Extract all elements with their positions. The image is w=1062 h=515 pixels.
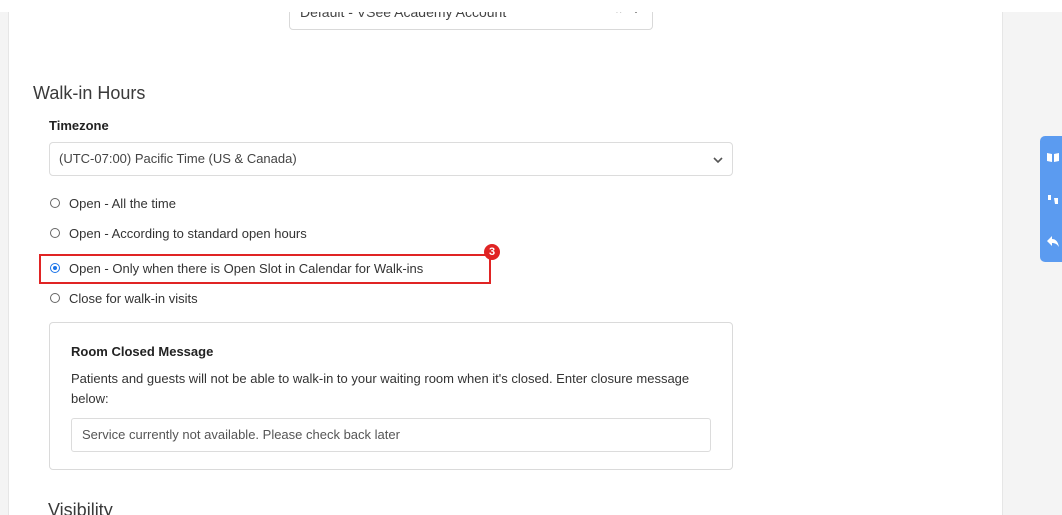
- visibility-title: Visibility: [48, 500, 113, 515]
- reply-icon[interactable]: [1046, 234, 1060, 248]
- account-select[interactable]: Default - VSee Academy Account ×: [289, 12, 653, 30]
- walkin-option-closed[interactable]: Close for walk-in visits: [50, 288, 198, 308]
- walkin-option-standard-hours[interactable]: Open - According to standard open hours: [50, 223, 307, 243]
- step-badge: 3: [484, 244, 500, 260]
- walkin-option-all-time[interactable]: Open - All the time: [50, 193, 176, 213]
- clear-icon[interactable]: ×: [616, 12, 622, 17]
- chevron-down-icon: [712, 153, 724, 171]
- highlight-box: [39, 254, 491, 284]
- room-closed-description: Patients and guests will not be able to …: [71, 371, 690, 406]
- timezone-value: (UTC-07:00) Pacific Time (US & Canada): [59, 151, 297, 166]
- top-bar: [0, 0, 1062, 12]
- timezone-label: Timezone: [49, 118, 109, 133]
- radio-button[interactable]: [50, 228, 60, 238]
- settings-card: Default - VSee Academy Account × Walk-in…: [8, 12, 1003, 515]
- account-select-value: Default - VSee Academy Account: [300, 12, 507, 20]
- closure-message-input[interactable]: Service currently not available. Please …: [71, 418, 711, 452]
- closure-message-value: Service currently not available. Please …: [82, 427, 400, 442]
- chevron-down-icon[interactable]: [630, 12, 642, 21]
- side-help-widget[interactable]: [1040, 136, 1062, 262]
- radio-label: Close for walk-in visits: [69, 290, 198, 306]
- walkin-hours-title: Walk-in Hours: [33, 83, 146, 103]
- room-closed-title: Room Closed Message: [71, 344, 214, 359]
- radio-label: Open - According to standard open hours: [69, 225, 307, 241]
- radio-label: Open - All the time: [69, 195, 176, 211]
- book-icon[interactable]: [1046, 150, 1060, 164]
- thumbs-icon[interactable]: [1046, 192, 1060, 206]
- radio-button[interactable]: [50, 293, 60, 303]
- room-closed-message-panel: Room Closed Message Patients and guests …: [49, 322, 733, 470]
- radio-button[interactable]: [50, 198, 60, 208]
- timezone-select[interactable]: (UTC-07:00) Pacific Time (US & Canada): [49, 142, 733, 176]
